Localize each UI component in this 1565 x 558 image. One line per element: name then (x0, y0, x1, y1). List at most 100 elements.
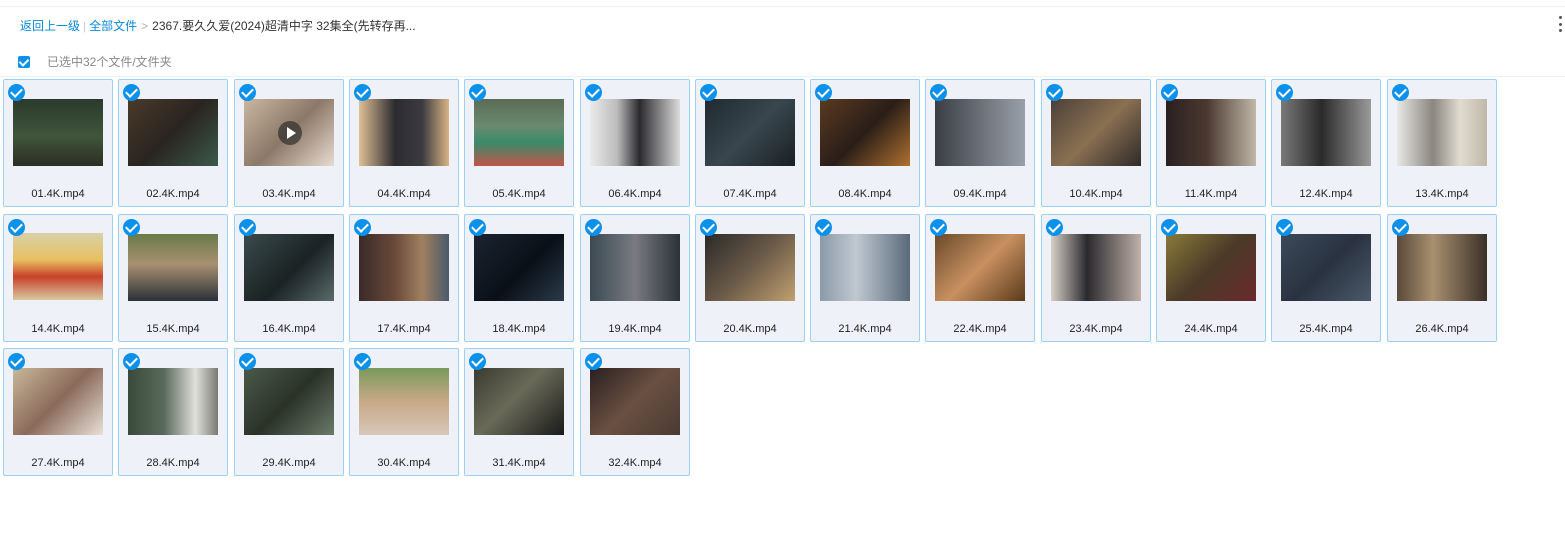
file-tile[interactable]: 23.4K.mp4 (1041, 214, 1151, 342)
selected-check-icon[interactable] (1161, 84, 1178, 101)
selected-check-icon[interactable] (1161, 219, 1178, 236)
selected-check-icon[interactable] (700, 219, 717, 236)
video-thumbnail (13, 233, 103, 300)
selected-check-icon[interactable] (469, 353, 486, 370)
file-tile[interactable]: 17.4K.mp4 (349, 214, 459, 342)
file-tile[interactable]: 14.4K.mp4 (3, 214, 113, 342)
selected-check-icon[interactable] (1276, 219, 1293, 236)
file-tile[interactable]: 07.4K.mp4 (695, 79, 805, 207)
more-options-icon[interactable] (1557, 16, 1563, 32)
selected-check-icon[interactable] (1276, 84, 1293, 101)
file-tile[interactable]: 11.4K.mp4 (1156, 79, 1266, 207)
video-thumbnail (1281, 234, 1371, 301)
play-icon[interactable] (278, 121, 302, 145)
file-name: 27.4K.mp4 (31, 457, 85, 469)
selected-check-icon[interactable] (815, 84, 832, 101)
file-tile[interactable]: 18.4K.mp4 (464, 214, 574, 342)
file-name: 07.4K.mp4 (723, 188, 777, 200)
file-tile[interactable]: 30.4K.mp4 (349, 348, 459, 476)
selected-check-icon[interactable] (585, 219, 602, 236)
selected-check-icon[interactable] (585, 353, 602, 370)
file-name: 06.4K.mp4 (608, 188, 662, 200)
back-link[interactable]: 返回上一级 (20, 19, 80, 33)
video-thumbnail (474, 368, 564, 435)
file-tile[interactable]: 27.4K.mp4 (3, 348, 113, 476)
file-tile[interactable]: 16.4K.mp4 (234, 214, 344, 342)
file-tile[interactable]: 24.4K.mp4 (1156, 214, 1266, 342)
selected-check-icon[interactable] (585, 84, 602, 101)
selected-check-icon[interactable] (815, 219, 832, 236)
selected-check-icon[interactable] (930, 84, 947, 101)
file-tile[interactable]: 31.4K.mp4 (464, 348, 574, 476)
file-name: 09.4K.mp4 (953, 188, 1007, 200)
selected-check-icon[interactable] (354, 219, 371, 236)
selected-check-icon[interactable] (239, 84, 256, 101)
selected-check-icon[interactable] (1046, 219, 1063, 236)
selected-check-icon[interactable] (354, 353, 371, 370)
file-name: 26.4K.mp4 (1415, 323, 1469, 335)
file-tile[interactable]: 04.4K.mp4 (349, 79, 459, 207)
file-name: 02.4K.mp4 (146, 188, 200, 200)
selected-check-icon[interactable] (930, 219, 947, 236)
selected-check-icon[interactable] (1392, 219, 1409, 236)
selected-check-icon[interactable] (700, 84, 717, 101)
all-files-link[interactable]: 全部文件 (89, 19, 137, 33)
file-tile[interactable]: 15.4K.mp4 (118, 214, 228, 342)
selected-check-icon[interactable] (469, 84, 486, 101)
file-name: 32.4K.mp4 (608, 457, 662, 469)
file-tile[interactable]: 21.4K.mp4 (810, 214, 920, 342)
file-name: 05.4K.mp4 (492, 188, 546, 200)
selected-check-icon[interactable] (354, 84, 371, 101)
file-tile[interactable]: 08.4K.mp4 (810, 79, 920, 207)
select-all-checkbox[interactable] (18, 55, 30, 68)
video-thumbnail (1281, 99, 1371, 166)
file-tile[interactable]: 02.4K.mp4 (118, 79, 228, 207)
file-tile[interactable]: 06.4K.mp4 (580, 79, 690, 207)
video-thumbnail (590, 234, 680, 301)
file-tile[interactable]: 26.4K.mp4 (1387, 214, 1497, 342)
file-tile[interactable]: 10.4K.mp4 (1041, 79, 1151, 207)
video-thumbnail (128, 368, 218, 435)
selected-check-icon[interactable] (123, 353, 140, 370)
video-thumbnail (128, 99, 218, 166)
video-thumbnail (359, 234, 449, 301)
file-name: 08.4K.mp4 (838, 188, 892, 200)
selected-check-icon[interactable] (123, 84, 140, 101)
selected-check-icon[interactable] (8, 219, 25, 236)
file-tile[interactable]: 25.4K.mp4 (1271, 214, 1381, 342)
selected-check-icon[interactable] (8, 353, 25, 370)
file-name: 29.4K.mp4 (262, 457, 316, 469)
selection-bar: 已选中32个文件/文件夹 (18, 53, 172, 70)
file-name: 04.4K.mp4 (377, 188, 431, 200)
video-thumbnail (820, 234, 910, 301)
file-tile[interactable]: 28.4K.mp4 (118, 348, 228, 476)
file-tile[interactable]: 29.4K.mp4 (234, 348, 344, 476)
file-tile[interactable]: 09.4K.mp4 (925, 79, 1035, 207)
file-tile[interactable]: 03.4K.mp4 (234, 79, 344, 207)
selected-check-icon[interactable] (469, 219, 486, 236)
selected-check-icon[interactable] (8, 84, 25, 101)
selected-check-icon[interactable] (123, 219, 140, 236)
video-thumbnail (359, 99, 449, 166)
file-tile[interactable]: 01.4K.mp4 (3, 79, 113, 207)
video-thumbnail (1051, 234, 1141, 301)
video-thumbnail (474, 234, 564, 301)
selected-check-icon[interactable] (1392, 84, 1409, 101)
selected-check-icon[interactable] (1046, 84, 1063, 101)
file-name: 16.4K.mp4 (262, 323, 316, 335)
file-tile[interactable]: 05.4K.mp4 (464, 79, 574, 207)
file-tile[interactable]: 13.4K.mp4 (1387, 79, 1497, 207)
breadcrumb-pipe: | (83, 19, 87, 33)
video-thumbnail (1397, 234, 1487, 301)
file-tile[interactable]: 19.4K.mp4 (580, 214, 690, 342)
video-thumbnail (590, 99, 680, 166)
file-tile[interactable]: 22.4K.mp4 (925, 214, 1035, 342)
file-tile[interactable]: 20.4K.mp4 (695, 214, 805, 342)
file-tile[interactable]: 32.4K.mp4 (580, 348, 690, 476)
selected-check-icon[interactable] (239, 219, 256, 236)
selected-check-icon[interactable] (239, 353, 256, 370)
header-divider (0, 76, 1565, 77)
video-thumbnail (128, 234, 218, 301)
file-tile[interactable]: 12.4K.mp4 (1271, 79, 1381, 207)
file-name: 31.4K.mp4 (492, 457, 546, 469)
